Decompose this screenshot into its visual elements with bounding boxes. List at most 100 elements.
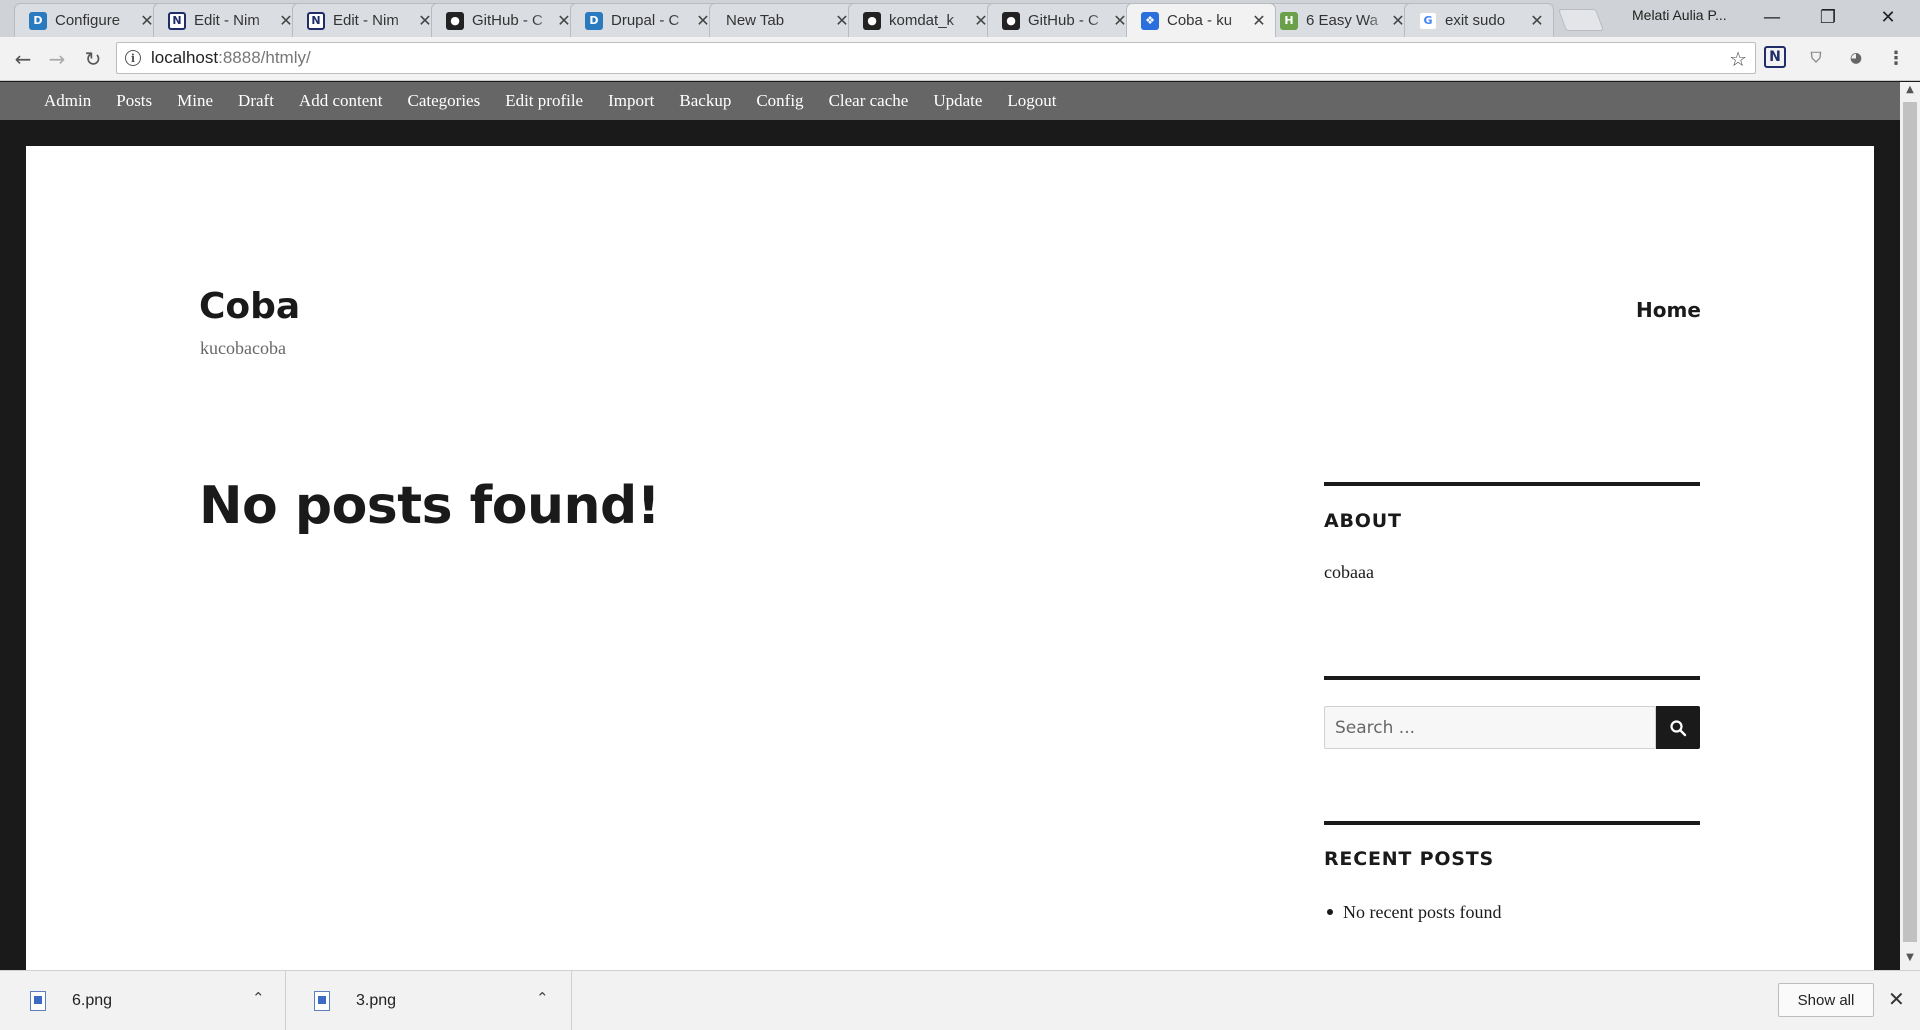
restore-icon[interactable]: ❐ bbox=[1800, 0, 1856, 34]
tab-strip: D Configure ✕ N Edit - Nim ✕ N Edit - Ni… bbox=[0, 0, 1920, 37]
site-page: Coba kucobacoba Home No posts found! ABO… bbox=[26, 146, 1874, 970]
site-title[interactable]: Coba bbox=[199, 286, 300, 327]
chevron-up-icon[interactable]: ⌃ bbox=[536, 989, 549, 1007]
search-button[interactable] bbox=[1656, 706, 1700, 749]
about-widget-title: ABOUT bbox=[1324, 510, 1402, 532]
google-icon: G bbox=[1419, 11, 1437, 30]
extension-icon[interactable]: ◕ bbox=[1844, 46, 1868, 70]
draft-link[interactable]: Draft bbox=[238, 91, 274, 111]
url-text: localhost:8888/htmly/ bbox=[151, 48, 311, 67]
download-filename: 6.png bbox=[72, 992, 113, 1009]
search-placeholder: Search ... bbox=[1335, 717, 1416, 738]
about-widget-text: cobaaa bbox=[1324, 562, 1374, 582]
browser-tab[interactable]: ● komdat_k ✕ bbox=[848, 3, 998, 37]
back-icon[interactable]: ← bbox=[8, 45, 38, 73]
shield-icon[interactable]: ⛉ bbox=[1804, 46, 1828, 70]
tab-title: exit sudo bbox=[1445, 12, 1506, 29]
close-icon[interactable]: ✕ bbox=[1251, 11, 1267, 30]
profile-name[interactable]: Melati Aulia P... bbox=[1632, 7, 1727, 23]
browser-tab[interactable]: D Drupal - C ✕ bbox=[570, 3, 720, 37]
drupal-icon: D bbox=[585, 11, 603, 30]
nav-home-link[interactable]: Home bbox=[1636, 298, 1701, 322]
update-link[interactable]: Update bbox=[933, 91, 982, 111]
tab-title: Edit - Nim bbox=[333, 12, 399, 29]
download-item[interactable]: 6.png ⌃ bbox=[0, 971, 286, 1030]
tab-title: GitHub - C bbox=[1028, 12, 1099, 29]
browser-tab[interactable]: New Tab ✕ bbox=[709, 3, 859, 37]
browser-tab[interactable]: N Edit - Nim ✕ bbox=[292, 3, 442, 37]
download-filename: 3.png bbox=[356, 992, 397, 1009]
browser-tab[interactable]: N Edit - Nim ✕ bbox=[153, 3, 303, 37]
browser-tab-active[interactable]: ❖ Coba - ku ✕ bbox=[1126, 3, 1276, 37]
download-item[interactable]: 3.png ⌃ bbox=[286, 971, 572, 1030]
notion-extension-icon[interactable]: N bbox=[1764, 46, 1786, 68]
forward-icon[interactable]: → bbox=[42, 45, 72, 73]
notion-icon: N bbox=[307, 11, 325, 30]
reload-icon[interactable]: ↻ bbox=[78, 45, 108, 73]
scroll-down-icon[interactable]: ▼ bbox=[1900, 952, 1920, 968]
wikihow-icon: H bbox=[1280, 11, 1298, 30]
browser-tab[interactable]: ● GitHub - C ✕ bbox=[431, 3, 581, 37]
menu-icon[interactable]: ⋮ bbox=[1884, 46, 1908, 70]
scroll-thumb[interactable] bbox=[1903, 102, 1917, 942]
download-shelf: 6.png ⌃ 3.png ⌃ Show all ✕ bbox=[0, 970, 1920, 1030]
tab-title: Configure bbox=[55, 12, 121, 29]
search-input[interactable]: Search ... bbox=[1324, 706, 1656, 749]
recent-posts-title: RECENT POSTS bbox=[1324, 848, 1495, 870]
admin-link[interactable]: Admin bbox=[44, 91, 91, 111]
widget-divider bbox=[1324, 821, 1700, 825]
list-item: No recent posts found bbox=[1343, 902, 1502, 922]
bullet-icon bbox=[1327, 909, 1333, 915]
edit-profile-link[interactable]: Edit profile bbox=[505, 91, 583, 111]
tab-title: 6 Easy Wa bbox=[1306, 12, 1378, 29]
categories-link[interactable]: Categories bbox=[408, 91, 481, 111]
tab-title: Edit - Nim bbox=[194, 12, 260, 29]
browser-tab[interactable]: H 6 Easy Wa ✕ bbox=[1265, 3, 1415, 37]
new-tab-button[interactable] bbox=[1557, 9, 1605, 31]
tab-title: Drupal - C bbox=[611, 12, 680, 29]
github-icon: ● bbox=[863, 11, 881, 30]
tab-title: Coba - ku bbox=[1167, 12, 1233, 29]
search-icon bbox=[1670, 719, 1687, 736]
posts-link[interactable]: Posts bbox=[116, 91, 152, 111]
browser-tab[interactable]: ● GitHub - C ✕ bbox=[987, 3, 1137, 37]
github-icon: ● bbox=[1002, 11, 1020, 30]
info-icon[interactable]: i bbox=[125, 50, 141, 66]
address-bar[interactable]: i localhost:8888/htmly/ ☆ bbox=[116, 42, 1756, 74]
drupal-icon: D bbox=[29, 11, 47, 30]
tab-title: komdat_k bbox=[889, 12, 955, 29]
tab-title: GitHub - C bbox=[472, 12, 543, 29]
close-icon[interactable]: ✕ bbox=[1888, 987, 1905, 1011]
browser-tab[interactable]: D Configure ✕ bbox=[14, 3, 164, 37]
widget-divider bbox=[1324, 482, 1700, 486]
admin-bar: Admin Posts Mine Draft Add content Categ… bbox=[0, 82, 1900, 120]
image-file-icon bbox=[314, 991, 330, 1011]
bookmark-star-icon[interactable]: ☆ bbox=[1729, 47, 1747, 71]
logout-link[interactable]: Logout bbox=[1007, 91, 1056, 111]
github-icon: ● bbox=[446, 11, 464, 30]
image-file-icon bbox=[30, 991, 46, 1011]
minimize-icon[interactable]: — bbox=[1744, 0, 1800, 34]
backup-link[interactable]: Backup bbox=[679, 91, 731, 111]
browser-tab[interactable]: G exit sudo ✕ bbox=[1404, 3, 1554, 37]
import-link[interactable]: Import bbox=[608, 91, 654, 111]
page-viewport: Admin Posts Mine Draft Add content Categ… bbox=[0, 82, 1900, 970]
browser-toolbar: ← → ↻ i localhost:8888/htmly/ ☆ N ⛉ ◕ ⋮ bbox=[0, 37, 1920, 81]
coba-icon: ❖ bbox=[1141, 11, 1159, 30]
recent-posts-list: No recent posts found bbox=[1324, 902, 1501, 923]
scroll-up-icon[interactable]: ▲ bbox=[1900, 84, 1920, 100]
page-scrollbar[interactable]: ▲ ▼ bbox=[1900, 82, 1920, 970]
no-posts-heading: No posts found! bbox=[199, 476, 660, 536]
site-description: kucobacoba bbox=[200, 338, 286, 358]
tab-title: New Tab bbox=[726, 12, 785, 29]
config-link[interactable]: Config bbox=[756, 91, 803, 111]
widget-divider bbox=[1324, 676, 1700, 680]
show-all-button[interactable]: Show all bbox=[1778, 983, 1874, 1017]
chevron-up-icon[interactable]: ⌃ bbox=[252, 989, 265, 1007]
clear-cache-link[interactable]: Clear cache bbox=[829, 91, 909, 111]
mine-link[interactable]: Mine bbox=[177, 91, 213, 111]
close-window-icon[interactable]: ✕ bbox=[1860, 0, 1916, 34]
notion-icon: N bbox=[168, 11, 186, 30]
close-icon[interactable]: ✕ bbox=[1529, 11, 1545, 30]
add-content-link[interactable]: Add content bbox=[299, 91, 383, 111]
